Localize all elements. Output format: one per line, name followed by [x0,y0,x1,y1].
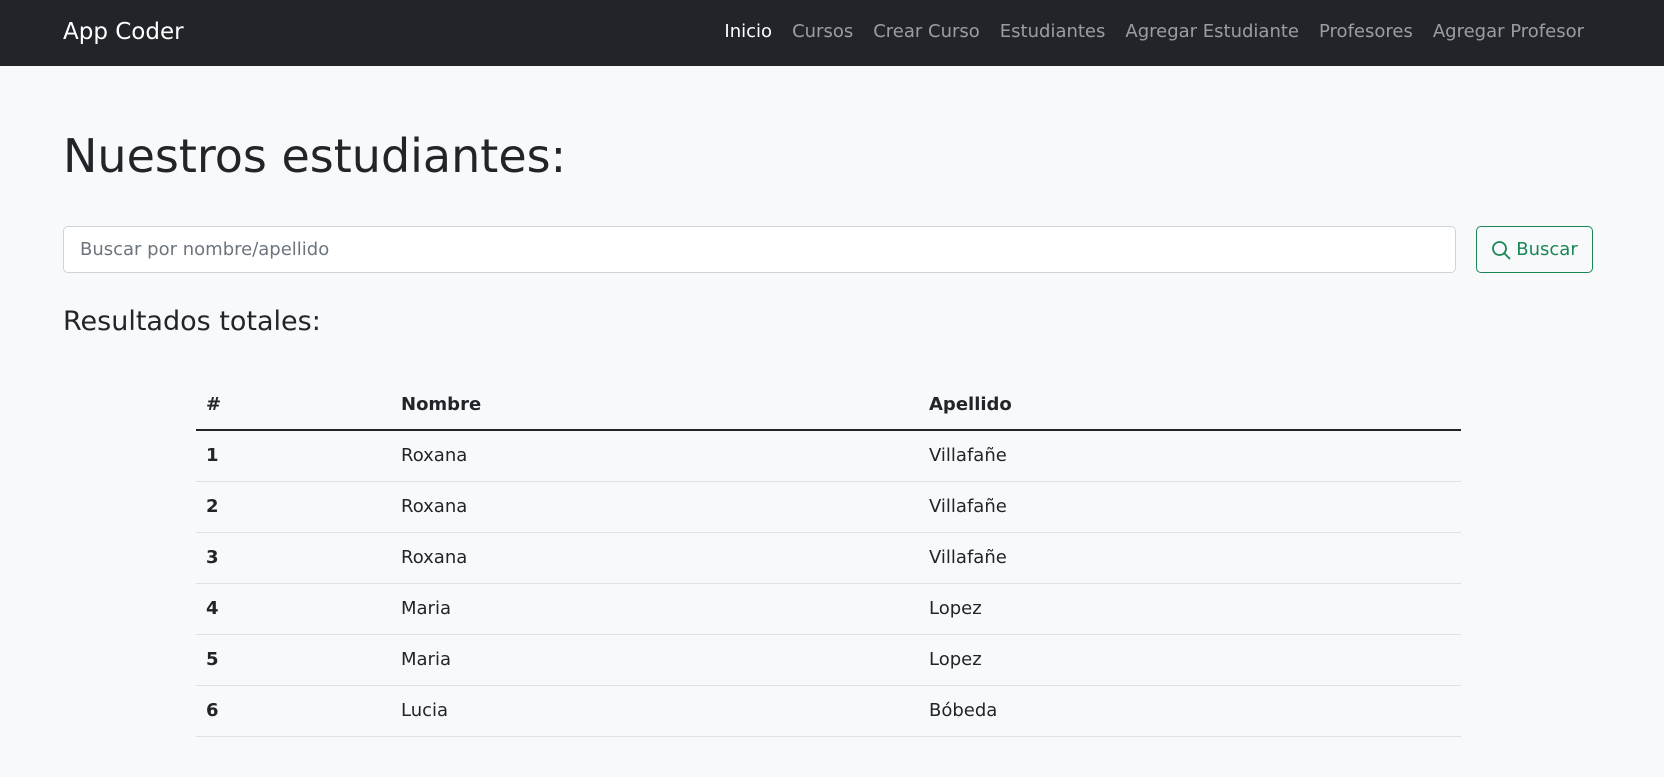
search-button[interactable]: Buscar [1476,226,1593,273]
table-row: 6 Lucia Bóbeda [196,685,1461,737]
row-apellido: Bóbeda [919,685,1461,737]
row-apellido: Lopez [919,583,1461,635]
row-nombre: Roxana [391,532,919,584]
navbar: App Coder Inicio Cursos Crear Curso Estu… [0,0,1664,66]
nav-link-inicio[interactable]: Inicio [724,18,772,46]
nav-link-agregar-profesor[interactable]: Agregar Profesor [1433,18,1584,46]
row-apellido: Villafañe [919,532,1461,584]
row-apellido: Lopez [919,634,1461,686]
nav-links: Inicio Cursos Crear Curso Estudiantes Ag… [724,18,1584,46]
students-table: # Nombre Apellido 1 Roxana Villafañe 2 R… [196,380,1461,737]
table-row: 3 Roxana Villafañe [196,532,1461,584]
row-apellido: Villafañe [919,430,1461,482]
row-nombre: Maria [391,634,919,686]
nav-link-crear-curso[interactable]: Crear Curso [873,18,980,46]
page-title: Nuestros estudiantes: [63,129,567,183]
row-number: 5 [196,634,391,686]
column-header-nombre: Nombre [391,380,919,431]
results-title: Resultados totales: [63,306,321,337]
nav-link-cursos[interactable]: Cursos [792,18,853,46]
row-number: 1 [196,430,391,482]
row-number: 3 [196,532,391,584]
row-nombre: Lucia [391,685,919,737]
column-header-number: # [196,380,391,431]
column-header-apellido: Apellido [919,380,1461,431]
row-nombre: Roxana [391,481,919,533]
brand-link[interactable]: App Coder [63,17,184,47]
table-row: 5 Maria Lopez [196,634,1461,686]
table-row: 4 Maria Lopez [196,583,1461,635]
search-button-label: Buscar [1516,239,1578,260]
table-row: 2 Roxana Villafañe [196,481,1461,533]
search-input[interactable] [63,226,1456,273]
row-number: 4 [196,583,391,635]
row-number: 2 [196,481,391,533]
row-number: 6 [196,685,391,737]
nav-link-agregar-estudiante[interactable]: Agregar Estudiante [1125,18,1299,46]
row-nombre: Maria [391,583,919,635]
table-header-row: # Nombre Apellido [196,380,1461,431]
nav-link-profesores[interactable]: Profesores [1319,18,1413,46]
nav-link-estudiantes[interactable]: Estudiantes [1000,18,1106,46]
search-icon [1491,240,1511,260]
row-nombre: Roxana [391,430,919,482]
table-row: 1 Roxana Villafañe [196,430,1461,482]
row-apellido: Villafañe [919,481,1461,533]
